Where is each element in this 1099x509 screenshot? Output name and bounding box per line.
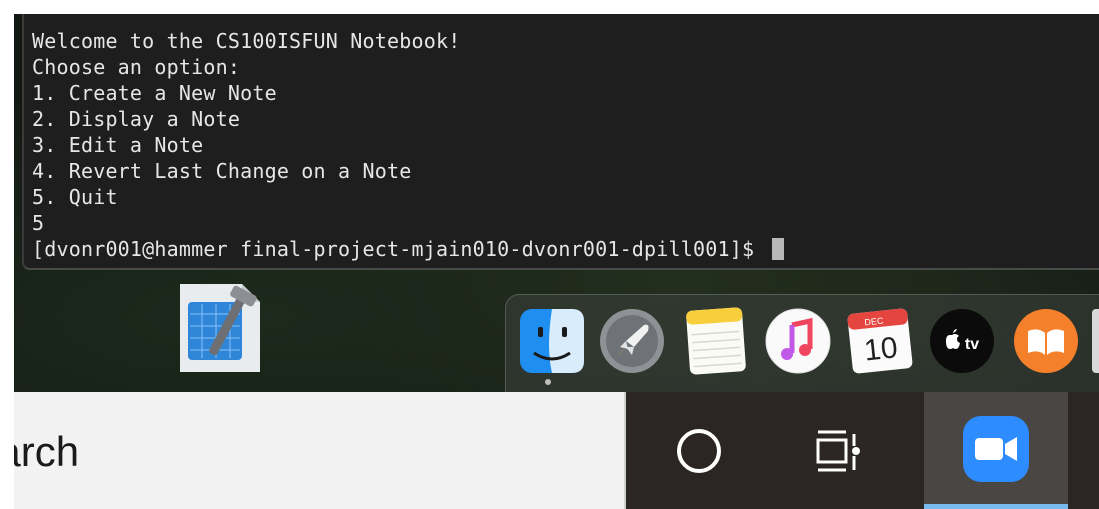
xcode-icon[interactable] — [176, 276, 264, 374]
terminal-line: Choose an option: — [32, 55, 241, 79]
calendar-day: 10 — [863, 331, 900, 367]
terminal-prompt-line[interactable]: [dvonr001@hammer final-project-mjain010-… — [32, 236, 1099, 262]
dock-overflow-icon[interactable] — [1092, 309, 1099, 373]
books-icon[interactable] — [1012, 307, 1080, 375]
terminal-line: 2. Display a Note — [32, 107, 241, 131]
terminal-line: 5. Quit — [32, 185, 118, 209]
windows-taskbar — [626, 392, 1099, 509]
terminal-line: 5 — [32, 211, 45, 235]
terminal-line: 3. Edit a Note — [32, 133, 204, 157]
zoom-app-button[interactable] — [924, 392, 1068, 509]
terminal-window[interactable]: Welcome to the CS100ISFUN Notebook! Choo… — [22, 14, 1099, 270]
dock-running-indicator — [545, 379, 551, 385]
apple-tv-icon[interactable]: tv — [928, 307, 996, 375]
notes-icon[interactable] — [682, 307, 750, 375]
terminal-prompt: [dvonr001@hammer final-project-mjain010-… — [32, 237, 767, 261]
mac-dock: DEC 10 tv — [505, 294, 1099, 393]
music-icon[interactable] — [764, 307, 832, 375]
search-placeholder: earch — [14, 428, 80, 475]
finder-icon[interactable] — [518, 307, 586, 375]
zoom-icon — [963, 416, 1029, 482]
calendar-month: DEC — [864, 316, 884, 328]
terminal-line: 1. Create a New Note — [32, 81, 277, 105]
terminal-line: 4. Revert Last Change on a Note — [32, 159, 412, 183]
launchpad-icon[interactable] — [598, 307, 666, 375]
terminal-cursor — [772, 238, 785, 260]
taskbar-search-box[interactable]: earch — [14, 392, 626, 509]
task-view-icon[interactable] — [812, 424, 866, 478]
calendar-icon[interactable]: DEC 10 — [846, 307, 914, 375]
terminal-line: Welcome to the CS100ISFUN Notebook! — [32, 29, 461, 53]
apple-tv-label: tv — [965, 336, 979, 353]
active-app-indicator — [924, 504, 1068, 509]
cortana-icon[interactable] — [672, 424, 726, 478]
